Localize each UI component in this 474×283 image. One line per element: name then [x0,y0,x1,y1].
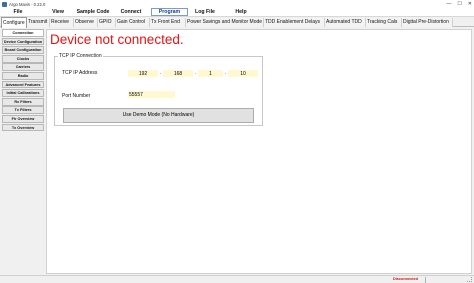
port-number-label: Port Number [62,93,91,99]
ip-dot: . [195,70,197,76]
tab-configure[interactable]: Configure [1,17,27,28]
sidebar-item-device-configuration[interactable]: Device Configuration [2,37,44,46]
menu-program[interactable]: Program [151,8,188,16]
sidebar-item-initial-calibrations[interactable]: Initial Calibrations [2,89,44,97]
menu-log-file[interactable]: Log File [191,9,219,16]
tab-gpio[interactable]: GPIO [98,18,116,27]
sidebar-item-advanced-features[interactable]: Advanced Features [2,80,44,89]
tab-automated-tdd[interactable]: Automated TDD [325,18,366,27]
close-icon[interactable]: ✕ [468,1,472,7]
resize-grip-icon[interactable] [467,277,472,282]
sidebar-item-board-configuration[interactable]: Board Configuration [2,46,44,54]
sidebar-item-carriers[interactable]: Carriers [2,63,44,72]
port-number-input[interactable] [128,91,175,98]
menu-bar: File View Sample Code Connect Program Lo… [0,8,474,17]
connection-status-title: Device not connected. [50,32,184,47]
title-bar: Argo Mavis - 0.22.0 — ☐ ✕ [0,0,474,8]
status-divider [425,277,426,283]
ip-dot: . [160,70,162,76]
sidebar-item-fir-overview[interactable]: Fir Overview [2,114,44,123]
ip-octet-2-input[interactable] [163,70,193,77]
tab-tx-front-end[interactable]: Tx Front End [150,18,186,27]
tab-gain-control[interactable]: Gain Control [116,18,150,27]
sidebar-item-tx-overview[interactable]: Tx Overview [2,123,44,132]
ip-octet-1-input[interactable] [128,70,158,77]
ip-octet-4-input[interactable] [228,70,258,77]
ip-octet-3-input[interactable] [198,70,223,77]
demo-mode-button[interactable]: Use Demo Mode (No Hardware) [63,108,254,123]
sidebar: Connection Device Configuration Board Co… [2,29,44,275]
menu-file[interactable]: File [4,9,32,16]
sidebar-item-tx-filters[interactable]: Tx Filters [2,106,44,115]
tab-tracking-cals[interactable]: Tracking Cals [366,18,402,27]
tab-bar: Configure Transmit Receive Observe GPIO … [0,17,474,28]
tab-power-savings[interactable]: Power Savings and Monitor Mode [186,18,264,27]
app-icon [2,1,7,7]
sidebar-item-radio[interactable]: Radio [2,71,44,80]
status-bar: Disconnected [0,275,474,283]
tab-observe[interactable]: Observe [74,18,98,27]
sidebar-item-clocks[interactable]: Clocks [2,54,44,63]
group-title: TCP IP Connection [58,53,103,59]
connection-status: Disconnected [393,277,418,281]
sidebar-item-connection[interactable]: Connection [2,29,44,37]
maximize-icon[interactable]: ☐ [457,1,461,7]
minimize-icon[interactable]: — [446,1,451,7]
window-controls: — ☐ ✕ [446,0,472,8]
menu-connect[interactable]: Connect [116,9,146,16]
menu-help[interactable]: Help [230,9,252,16]
window-title: Argo Mavis - 0.22.0 [9,1,46,7]
menu-sample-code[interactable]: Sample Code [75,9,111,16]
tab-transmit[interactable]: Transmit [27,18,50,27]
tab-receive[interactable]: Receive [50,18,74,27]
ip-address-label: TCP IP Address [62,70,98,76]
ip-dot: . [225,70,227,76]
tab-digital-pre-distortion[interactable]: Digital Pre-Distortion [402,18,453,27]
menu-view[interactable]: View [44,9,72,16]
sidebar-item-rx-filters[interactable]: Rx Filters [2,97,44,106]
tab-tdd-enablement-delays[interactable]: TDD Enablement Delays [264,18,325,27]
connection-panel: Device not connected. TCP IP Connection … [46,29,472,274]
